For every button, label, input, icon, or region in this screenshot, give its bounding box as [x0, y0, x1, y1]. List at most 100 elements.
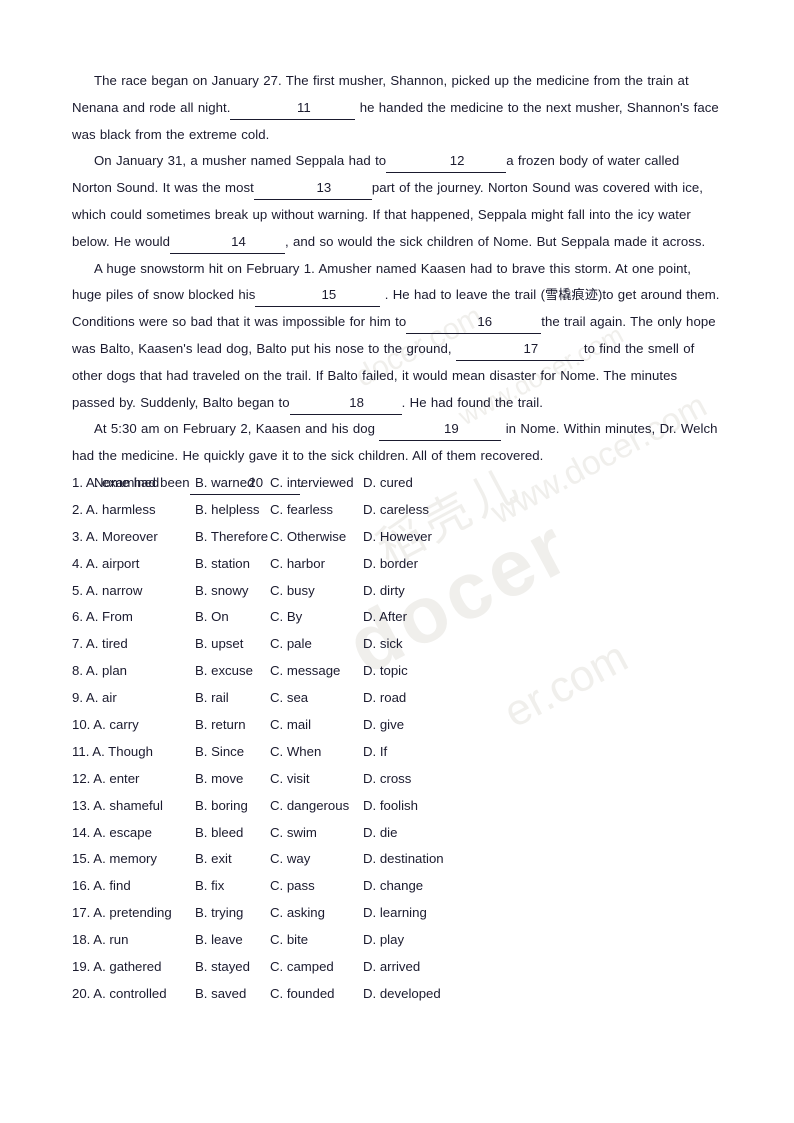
option-b[interactable]: B. On — [195, 604, 229, 631]
option-d[interactable]: D. learning — [363, 900, 427, 927]
answer-blank-18[interactable]: 18 — [289, 392, 402, 415]
question-row: 13. A. shameful B. boring C. dangerous D. f… — [72, 793, 732, 820]
option-a[interactable]: 11. A. Though — [72, 739, 153, 766]
option-c[interactable]: C. asking — [270, 900, 325, 927]
option-d[interactable]: D. play — [363, 927, 404, 954]
option-a[interactable]: 2. A. harmless — [72, 497, 156, 524]
question-row: 9. A. air B. rail C. sea D. road — [72, 685, 732, 712]
option-c[interactable]: C. When — [270, 739, 321, 766]
option-a[interactable]: 16. A. find — [72, 873, 131, 900]
option-b[interactable]: B. Therefore — [195, 524, 268, 551]
option-a[interactable]: 5. A. narrow — [72, 578, 142, 605]
answer-blank-16[interactable]: 16 — [406, 311, 542, 335]
option-d[interactable]: D. arrived — [363, 954, 420, 981]
paragraph: A huge snowstorm hit on February 1. Amus… — [72, 256, 722, 417]
option-d[interactable]: D. change — [363, 873, 423, 900]
option-d[interactable]: D. careless — [363, 497, 429, 524]
option-d[interactable]: D. cross — [363, 766, 411, 793]
option-b[interactable]: B. exit — [195, 846, 232, 873]
option-d[interactable]: D. foolish — [363, 793, 418, 820]
option-a[interactable]: 6. A. From — [72, 604, 133, 631]
paragraph: On January 31, a musher named Seppala ha… — [72, 148, 722, 255]
option-d[interactable]: D. border — [363, 551, 418, 578]
option-c[interactable]: C. busy — [270, 578, 315, 605]
option-c[interactable]: C. swim — [270, 820, 317, 847]
option-a[interactable]: 18. A. run — [72, 927, 128, 954]
option-b[interactable]: B. station — [195, 551, 250, 578]
option-b[interactable]: B. excuse — [195, 658, 253, 685]
option-b[interactable]: B. return — [195, 712, 246, 739]
option-d[interactable]: D. However — [363, 524, 432, 551]
option-b[interactable]: B. Since — [195, 739, 244, 766]
option-c[interactable]: C. sea — [270, 685, 308, 712]
option-b[interactable]: B. saved — [195, 981, 246, 1008]
option-c[interactable]: C. harbor — [270, 551, 325, 578]
option-c[interactable]: C. message — [270, 658, 340, 685]
option-c[interactable]: C. founded — [270, 981, 335, 1008]
option-c[interactable]: C. way — [270, 846, 310, 873]
option-d[interactable]: D. topic — [363, 658, 408, 685]
option-b[interactable]: B. bleed — [195, 820, 243, 847]
answer-blank-11[interactable]: 11 — [230, 97, 356, 120]
option-d[interactable]: D. road — [363, 685, 406, 712]
option-d[interactable]: D. sick — [363, 631, 403, 658]
paragraph-text: On January 31, a musher named Seppala ha… — [94, 153, 387, 169]
option-a[interactable]: 1. A. examined — [72, 470, 159, 497]
answer-blank-13[interactable]: 13 — [253, 177, 372, 201]
option-a[interactable]: 9. A. air — [72, 685, 117, 712]
paragraph-text: At 5:30 am on February 2, Kaasen and his… — [94, 421, 380, 437]
option-a[interactable]: 13. A. shameful — [72, 793, 163, 820]
option-a[interactable]: 17. A. pretending — [72, 900, 172, 927]
option-d[interactable]: D. dirty — [363, 578, 405, 605]
option-a[interactable]: 12. A. enter — [72, 766, 139, 793]
option-d[interactable]: D. destination — [363, 846, 444, 873]
option-c[interactable]: C. dangerous — [270, 793, 349, 820]
option-c[interactable]: C. pass — [270, 873, 315, 900]
option-c[interactable]: C. Otherwise — [270, 524, 346, 551]
option-a[interactable]: 15. A. memory — [72, 846, 157, 873]
question-row: 12. A. enter B. move C. visit D. cross — [72, 766, 732, 793]
option-a[interactable]: 3. A. Moreover — [72, 524, 158, 551]
option-c[interactable]: C. bite — [270, 927, 308, 954]
option-d[interactable]: D. give — [363, 712, 404, 739]
option-b[interactable]: B. upset — [195, 631, 243, 658]
question-row: 6. A. From B. On C. By D. After — [72, 604, 732, 631]
question-row: 20. A. controlled B. saved C. founded D. de… — [72, 981, 732, 1008]
option-c[interactable]: C. visit — [270, 766, 310, 793]
option-c[interactable]: C. mail — [270, 712, 311, 739]
option-b[interactable]: B. move — [195, 766, 243, 793]
option-d[interactable]: D. developed — [363, 981, 441, 1008]
option-a[interactable]: 10. A. carry — [72, 712, 139, 739]
option-a[interactable]: 14. A. escape — [72, 820, 152, 847]
option-b[interactable]: B. boring — [195, 793, 248, 820]
option-c[interactable]: C. fearless — [270, 497, 333, 524]
option-b[interactable]: B. helpless — [195, 497, 260, 524]
option-c[interactable]: C. pale — [270, 631, 312, 658]
option-d[interactable]: D. die — [363, 820, 397, 847]
option-b[interactable]: B. fix — [195, 873, 224, 900]
option-c[interactable]: C. By — [270, 604, 302, 631]
option-d[interactable]: D. cured — [363, 470, 413, 497]
answer-blank-17[interactable]: 17 — [455, 338, 584, 361]
question-row: 5. A. narrow B. snowy C. busy D. dirty — [72, 578, 732, 605]
option-b[interactable]: B. trying — [195, 900, 243, 927]
option-a[interactable]: 8. A. plan — [72, 658, 127, 685]
option-a[interactable]: 20. A. controlled — [72, 981, 167, 1008]
option-b[interactable]: B. stayed — [195, 954, 250, 981]
option-b[interactable]: B. leave — [195, 927, 243, 954]
option-d[interactable]: D. After — [363, 604, 407, 631]
option-b[interactable]: B. warned — [195, 470, 254, 497]
answer-blank-15[interactable]: 15 — [255, 284, 381, 308]
option-a[interactable]: 4. A. airport — [72, 551, 139, 578]
option-a[interactable]: 7. A. tired — [72, 631, 128, 658]
answer-blank-12[interactable]: 12 — [386, 150, 507, 174]
option-d[interactable]: D. If — [363, 739, 387, 766]
option-c[interactable]: C. camped — [270, 954, 334, 981]
answer-blank-19[interactable]: 19 — [379, 418, 502, 442]
answer-blank-14[interactable]: 14 — [169, 231, 285, 254]
option-c[interactable]: C. interviewed — [270, 470, 354, 497]
option-b[interactable]: B. snowy — [195, 578, 249, 605]
option-a[interactable]: 19. A. gathered — [72, 954, 161, 981]
question-row: 4. A. airport B. station C. harbor D. borde… — [72, 551, 732, 578]
option-b[interactable]: B. rail — [195, 685, 229, 712]
